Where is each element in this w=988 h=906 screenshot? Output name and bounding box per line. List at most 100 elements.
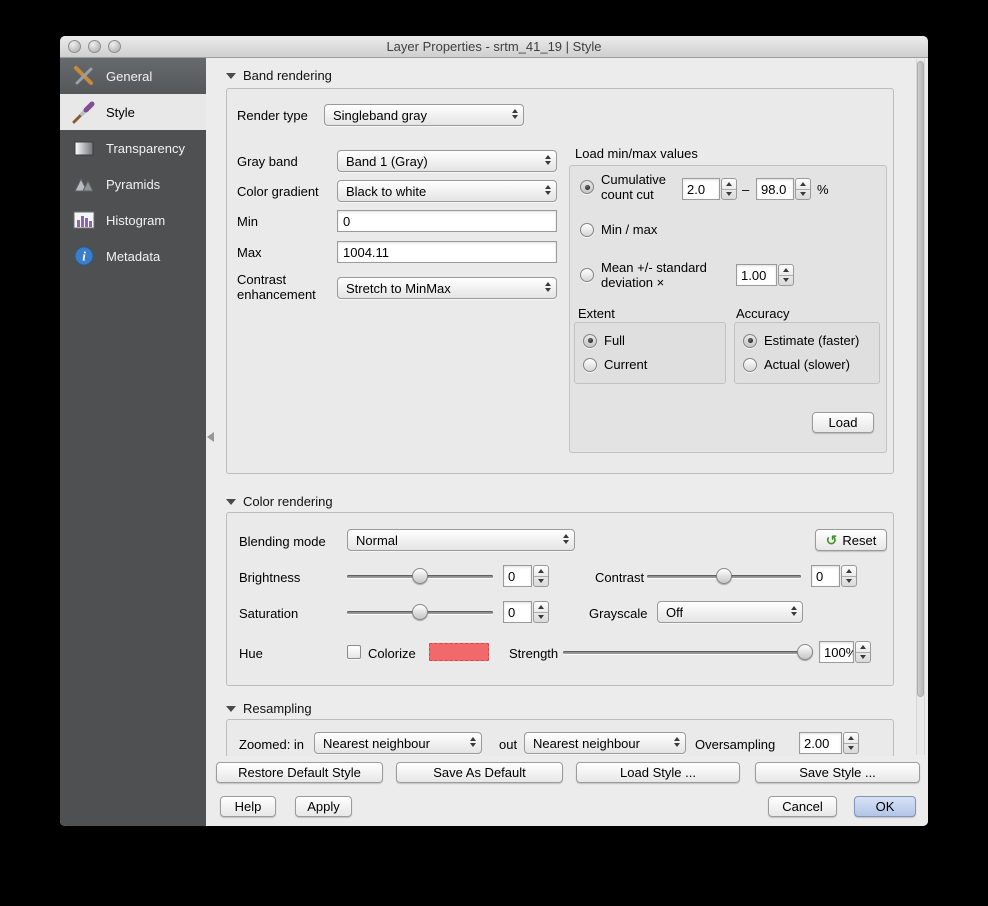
stepper-buttons[interactable] [855,641,871,663]
contrast-spinner[interactable]: 0 [811,565,857,587]
stepper-buttons[interactable] [533,565,549,587]
stepper-buttons[interactable] [841,565,857,587]
color-rendering-header[interactable]: Color rendering [226,494,333,509]
restore-default-style-button[interactable]: Restore Default Style [216,762,383,783]
stepper-buttons[interactable] [533,601,549,623]
load-button[interactable]: Load [812,412,874,433]
step-up-icon[interactable] [796,179,810,190]
oversampling-spinner[interactable]: 2.00 [799,732,859,754]
step-down-icon[interactable] [856,653,870,663]
sidebar-item-general[interactable]: General [60,58,206,94]
colorize-label[interactable]: Colorize [368,646,416,661]
contrast-enhancement-select[interactable]: Stretch to MinMax [337,277,557,299]
accuracy-actual-option[interactable]: Actual (slower) [743,357,850,372]
zoomed-in-select[interactable]: Nearest neighbour [314,732,482,754]
min-value: 0 [343,213,351,229]
max-input[interactable]: 1004.11 [337,241,557,263]
sidebar-collapse-handle[interactable] [207,432,214,442]
step-up-icon[interactable] [722,179,736,190]
step-down-icon[interactable] [534,577,548,587]
grayscale-select[interactable]: Off [657,601,803,623]
cumulative-min-spinner[interactable]: 2.0 [682,178,737,200]
slider-thumb[interactable] [412,568,428,584]
extent-full-radio[interactable] [583,333,597,348]
resampling-header[interactable]: Resampling [226,701,312,716]
cumulative-min-value[interactable]: 2.0 [682,178,720,200]
sidebar-item-transparency[interactable]: Transparency [60,130,206,166]
extent-current-radio[interactable] [583,357,597,372]
strength-spinner[interactable]: 100% [819,641,871,663]
cumulative-max-value[interactable]: 98.0 [756,178,794,200]
sidebar-item-histogram[interactable]: Histogram [60,202,206,238]
stepper-buttons[interactable] [778,264,794,286]
oversampling-value[interactable]: 2.00 [799,732,842,754]
step-down-icon[interactable] [796,190,810,200]
cumulative-count-cut-option[interactable]: Cumulative count cut [580,172,681,202]
dropdown-arrows-icon [545,282,551,292]
render-type-select[interactable]: Singleband gray [324,104,524,126]
apply-button[interactable]: Apply [295,796,352,817]
band-rendering-header[interactable]: Band rendering [226,68,332,83]
cumulative-radio[interactable] [580,180,594,194]
step-up-icon[interactable] [779,265,793,276]
step-up-icon[interactable] [856,642,870,653]
min-max-radio[interactable] [580,222,594,237]
strength-slider[interactable] [563,641,813,663]
titlebar[interactable]: Layer Properties - srtm_41_19 | Style [60,36,928,58]
reset-button[interactable]: ↺ Reset [815,529,887,551]
step-down-icon[interactable] [844,744,858,754]
step-up-icon[interactable] [534,602,548,613]
save-as-default-button[interactable]: Save As Default [396,762,563,783]
min-input[interactable]: 0 [337,210,557,232]
zoomed-out-select[interactable]: Nearest neighbour [524,732,686,754]
min-max-option[interactable]: Min / max [580,222,657,237]
stepper-buttons[interactable] [843,732,859,754]
step-up-icon[interactable] [842,566,856,577]
cumulative-max-spinner[interactable]: 98.0 [756,178,811,200]
brightness-value[interactable]: 0 [503,565,532,587]
step-down-icon[interactable] [534,613,548,623]
contrast-slider[interactable] [647,565,801,587]
step-down-icon[interactable] [779,276,793,286]
blending-mode-select[interactable]: Normal [347,529,575,551]
saturation-spinner[interactable]: 0 [503,601,549,623]
step-up-icon[interactable] [844,733,858,744]
brightness-spinner[interactable]: 0 [503,565,549,587]
sidebar-item-metadata[interactable]: i Metadata [60,238,206,274]
contrast-value[interactable]: 0 [811,565,840,587]
colorize-checkbox[interactable] [347,645,361,659]
accuracy-estimate-radio[interactable] [743,333,757,348]
saturation-slider[interactable] [347,601,493,623]
step-down-icon[interactable] [722,190,736,200]
stepper-buttons[interactable] [721,178,737,200]
save-style-button[interactable]: Save Style ... [755,762,920,783]
colorize-color-swatch[interactable] [429,643,489,661]
step-up-icon[interactable] [534,566,548,577]
stddev-multiplier-spinner[interactable]: 1.00 [736,264,794,286]
stepper-buttons[interactable] [795,178,811,200]
sidebar-item-style[interactable]: Style [60,94,206,130]
load-style-button[interactable]: Load Style ... [576,762,740,783]
slider-thumb[interactable] [412,604,428,620]
cancel-button[interactable]: Cancel [768,796,837,817]
sidebar-item-pyramids[interactable]: Pyramids [60,166,206,202]
help-button[interactable]: Help [220,796,276,817]
step-down-icon[interactable] [842,577,856,587]
saturation-value[interactable]: 0 [503,601,532,623]
ok-button[interactable]: OK [854,796,916,817]
gray-band-select[interactable]: Band 1 (Gray) [337,150,557,172]
extent-current-option[interactable]: Current [583,357,647,372]
accuracy-estimate-option[interactable]: Estimate (faster) [743,333,859,348]
strength-value[interactable]: 100% [819,641,854,663]
slider-thumb[interactable] [797,644,813,660]
scrollbar-thumb[interactable] [917,61,924,697]
slider-thumb[interactable] [716,568,732,584]
extent-full-option[interactable]: Full [583,333,625,348]
scrollbar-track[interactable] [916,59,925,755]
brightness-slider[interactable] [347,565,493,587]
stddev-multiplier-value[interactable]: 1.00 [736,264,777,286]
accuracy-actual-radio[interactable] [743,357,757,372]
color-gradient-select[interactable]: Black to white [337,180,557,202]
mean-stddev-option[interactable]: Mean +/- standard deviation × [580,260,735,290]
mean-stddev-radio[interactable] [580,268,594,282]
